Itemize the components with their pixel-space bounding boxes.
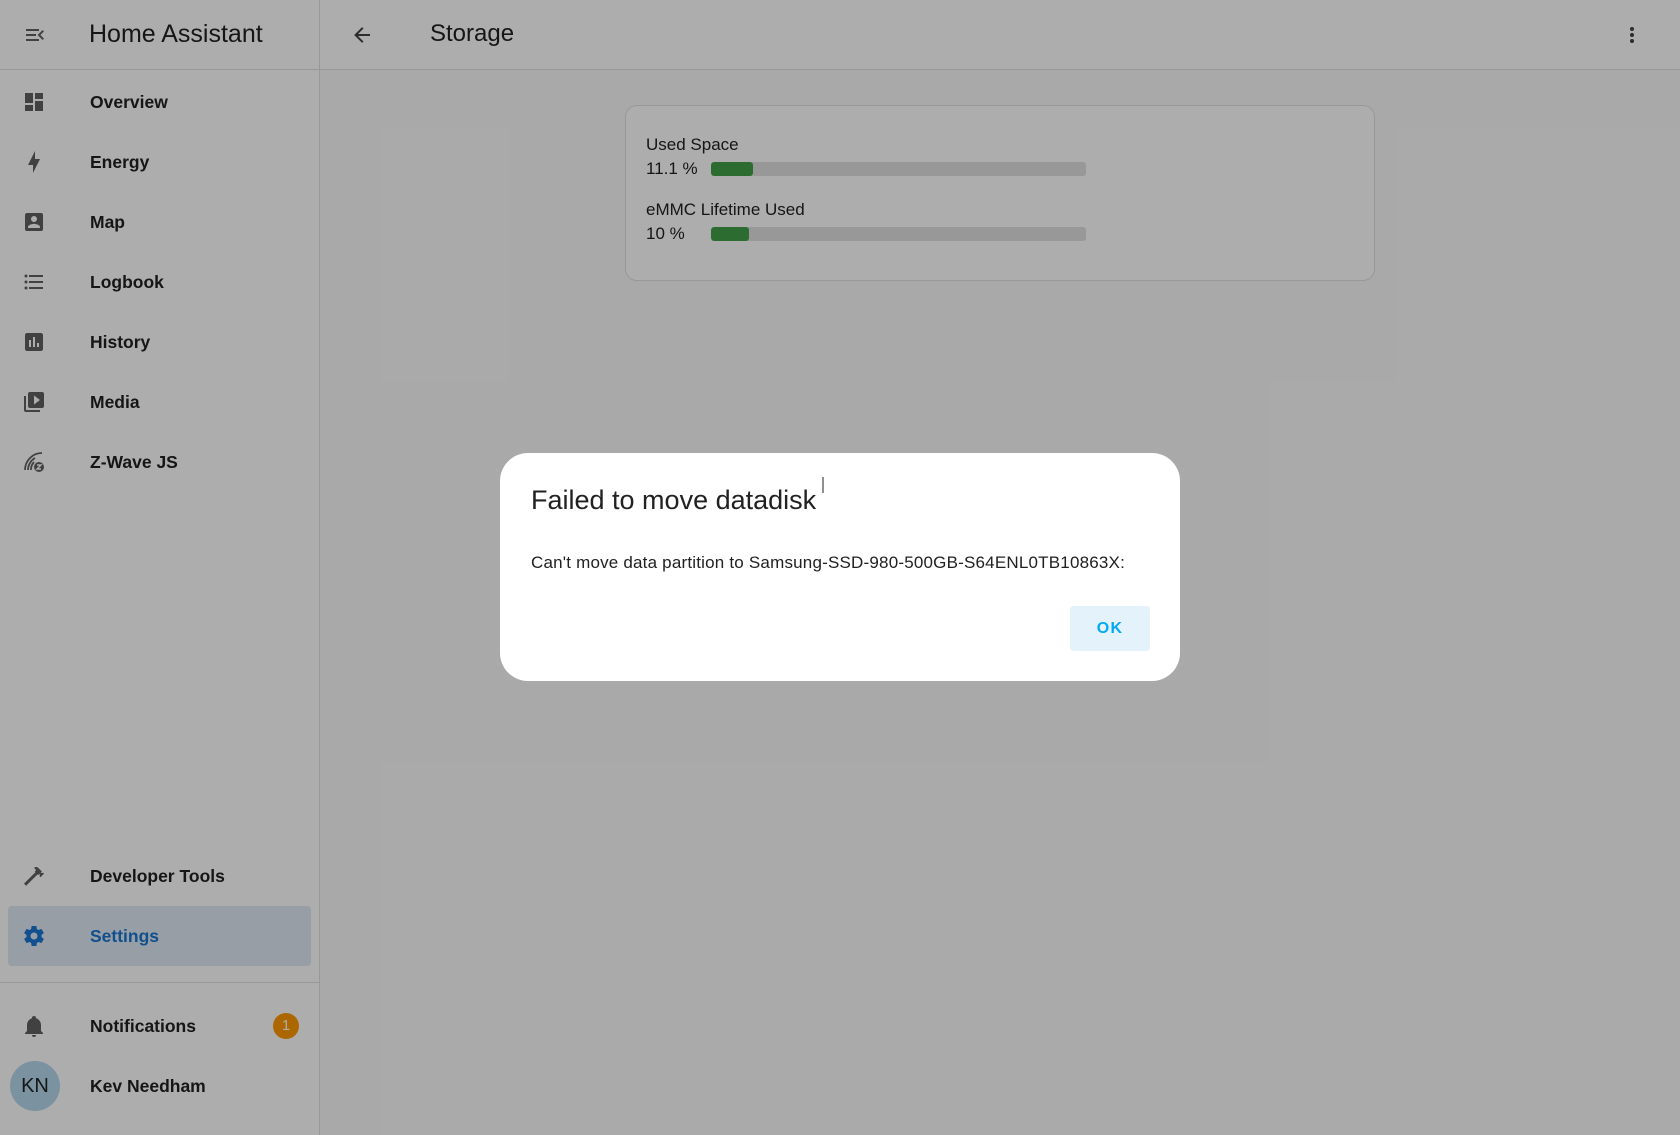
dialog-title: Failed to move datadisk [531, 485, 817, 515]
text-cursor-icon [822, 477, 824, 493]
dialog-message: Can't move data partition to Samsung-SSD… [531, 553, 1126, 572]
error-dialog: Failed to move datadisk Can't move data … [500, 453, 1180, 681]
ok-button[interactable]: OK [1070, 606, 1150, 651]
